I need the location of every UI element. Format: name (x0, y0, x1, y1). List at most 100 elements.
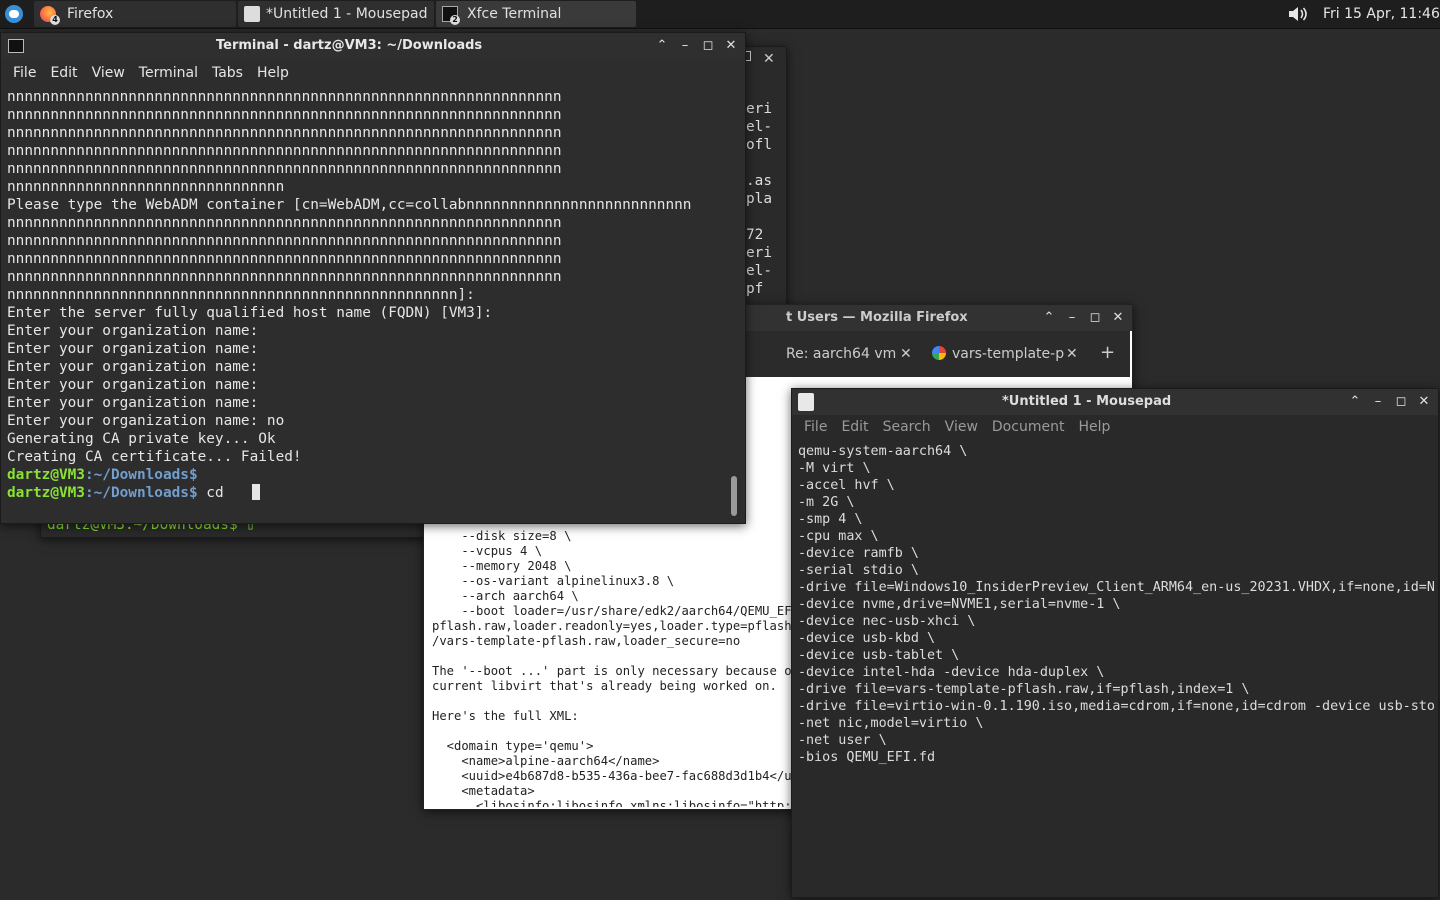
prompt-command: cd (197, 485, 224, 501)
page-text-line: <libosinfo:libosinfo xmlns:libosinfo="ht… (432, 799, 792, 807)
close-icon[interactable]: ✕ (1416, 393, 1432, 411)
prompt-line: dartz@VM3:~/Downloads$ cd (7, 484, 729, 502)
terminal-text-fragment: pla (746, 191, 772, 207)
editor-line: -cpu max \ (798, 529, 879, 544)
terminal-line: Enter your organization name: (7, 395, 259, 411)
terminal-scrollbar[interactable] (731, 476, 737, 516)
close-icon[interactable]: ✕ (763, 51, 775, 67)
menu-item-edit[interactable]: Edit (50, 61, 77, 85)
page-content: --disk size=8 \ --vcpus 4 \ --memory 204… (432, 529, 792, 807)
mousepad-titlebar[interactable]: *Untitled 1 - Mousepad ⌃ – ◻ ✕ (792, 389, 1438, 415)
window-count-badge: 2 (450, 15, 460, 25)
window-title: Terminal - dartz@VM3: ~/Downloads (216, 38, 483, 53)
close-tab-icon[interactable]: ✕ (1066, 339, 1078, 369)
whisker-menu-icon[interactable] (5, 5, 23, 23)
editor-text-area[interactable]: qemu-system-aarch64 \ -M virt \ -accel hvf… (798, 443, 1434, 893)
terminal-text-fragment: pf (746, 281, 764, 297)
menu-item-file[interactable]: File (804, 415, 827, 439)
menu-item-file[interactable]: File (13, 61, 36, 85)
menu-item-help[interactable]: Help (1078, 415, 1110, 439)
terminal-line: nnnnnnnnnnnnnnnnnnnnnnnnnnnnnnnnnnnnnnnn… (7, 89, 562, 105)
taskbar-label: Firefox (67, 6, 114, 22)
menu-item-terminal[interactable]: Terminal (139, 61, 198, 85)
terminal-text-fragment: ofl (746, 137, 772, 153)
terminal-output[interactable]: nnnnnnnnnnnnnnnnnnnnnnnnnnnnnnnnnnnnnnnn… (7, 88, 729, 520)
editor-line: -device ramfb \ (798, 546, 919, 561)
editor-line: -device usb-kbd \ (798, 631, 936, 646)
mousepad-window[interactable]: *Untitled 1 - Mousepad ⌃ – ◻ ✕ File Edit S… (791, 388, 1439, 898)
editor-line: -net user \ (798, 733, 887, 748)
prompt-line: dartz@VM3:~/Downloads$ (7, 466, 729, 484)
terminal-titlebar[interactable]: Terminal - dartz@VM3: ~/Downloads ⌃ – ◻ … (1, 33, 745, 59)
minimize-icon[interactable]: – (677, 37, 693, 55)
window-count-badge: 4 (50, 15, 60, 25)
terminal-line: Enter your organization name: (7, 341, 259, 357)
maximize-icon[interactable]: ◻ (700, 37, 716, 55)
page-text-line: --disk size=8 \ (432, 529, 572, 543)
shade-icon[interactable]: ⌃ (1347, 393, 1363, 411)
menu-item-help[interactable]: Help (257, 61, 289, 85)
shade-icon[interactable]: ⌃ (654, 37, 670, 55)
menu-item-tabs[interactable]: Tabs (212, 61, 243, 85)
editor-line: -device nvme,drive=NVME1,serial=nvme-1 \ (798, 597, 1121, 612)
menu-item-search[interactable]: Search (883, 415, 931, 439)
new-tab-icon[interactable]: + (1100, 343, 1115, 363)
close-icon[interactable]: ✕ (723, 37, 739, 55)
prompt-path: :~/Downloads$ (84, 485, 198, 501)
clock[interactable]: Fri 15 Apr, 11:46 (1323, 0, 1440, 28)
tab-vars-template[interactable]: vars-template-p ✕ (932, 339, 1082, 369)
terminal-line: Enter your organization name: (7, 359, 259, 375)
terminal-line: Generating CA private key... Ok (7, 431, 276, 447)
menu-item-view[interactable]: View (92, 61, 125, 85)
terminal-window[interactable]: Terminal - dartz@VM3: ~/Downloads ⌃ – ◻ … (0, 32, 746, 524)
editor-line: -net nic,model=virtio \ (798, 716, 984, 731)
text-editor-icon (244, 6, 260, 22)
page-text-line: Here's the full XML: (432, 709, 579, 723)
terminal-line: nnnnnnnnnnnnnnnnnnnnnnnnnnnnnnnnnnnnnnnn… (7, 233, 562, 249)
tab-label: vars-template-p (952, 346, 1065, 362)
terminal-text-fragment: el- (746, 263, 772, 279)
shade-icon[interactable]: ⌃ (1041, 309, 1057, 327)
terminal-text-fragment (746, 208, 772, 226)
page-text-line: --boot loader=/usr/share/edk2/aarch64/QE… (432, 604, 792, 618)
taskbar-mousepad[interactable]: *Untitled 1 - Mousepad (238, 1, 434, 27)
terminal-line: Enter your organization name: (7, 323, 259, 339)
menu-item-edit[interactable]: Edit (841, 415, 868, 439)
maximize-icon[interactable]: ◻ (1087, 309, 1103, 327)
page-text-line: pflash.raw,loader.readonly=yes,loader.ty… (432, 619, 792, 633)
minimize-icon[interactable]: – (1064, 309, 1080, 327)
terminal-line: nnnnnnnnnnnnnnnnnnnnnnnnnnnnnnnnnnnnnnnn… (7, 287, 475, 303)
page-text-line: /vars-template-pflash.raw,loader_secure=… (432, 634, 741, 648)
tab-re-aarch64[interactable]: Re: aarch64 vm ✕ (786, 339, 916, 369)
mousepad-menubar: File Edit Search View Document Help (792, 415, 1438, 439)
taskbar-label: Xfce Terminal (467, 6, 562, 22)
prompt-user: dartz@VM3 (7, 467, 85, 483)
editor-line: -smp 4 \ (798, 512, 863, 527)
terminal-text-fragment: .as (746, 173, 772, 189)
page-text-line: current libvirt that's already being wor… (432, 679, 777, 693)
editor-line: -m 2G \ (798, 495, 855, 510)
terminal-line: nnnnnnnnnnnnnnnnnnnnnnnnnnnnnnnnnnnnnnnn… (7, 161, 562, 177)
terminal-line: nnnnnnnnnnnnnnnnnnnnnnnnnnnnnnnn (7, 179, 285, 195)
volume-icon[interactable] (1288, 6, 1308, 22)
tab-label: Re: aarch64 vm (786, 346, 897, 362)
taskbar-firefox[interactable]: 4 Firefox (34, 1, 236, 27)
editor-line: -accel hvf \ (798, 478, 895, 493)
page-text-line: <metadata> (432, 784, 535, 798)
window-title: t Users — Mozilla Firefox (786, 310, 968, 325)
top-panel: 4 Firefox *Untitled 1 - Mousepad 2 Xfce … (0, 0, 1440, 29)
window-title: *Untitled 1 - Mousepad (1002, 394, 1172, 409)
menu-item-document[interactable]: Document (992, 415, 1065, 439)
minimize-icon[interactable]: – (1370, 393, 1386, 411)
close-tab-icon[interactable]: ✕ (900, 339, 912, 369)
close-icon[interactable]: ✕ (1110, 309, 1126, 327)
menu-item-view[interactable]: View (945, 415, 978, 439)
taskbar-terminal[interactable]: 2 Xfce Terminal (436, 1, 636, 27)
prompt-user: dartz@VM3 (7, 485, 85, 501)
terminal-text-fragment (746, 154, 772, 172)
editor-line: -drive file=virtio-win-0.1.190.iso,media… (798, 699, 1434, 714)
terminal-text-fragment: 72 (746, 227, 764, 243)
text-editor-icon (798, 393, 814, 411)
maximize-icon[interactable]: ◻ (1393, 393, 1409, 411)
editor-line: -device intel-hda -device hda-duplex \ (798, 665, 1105, 680)
